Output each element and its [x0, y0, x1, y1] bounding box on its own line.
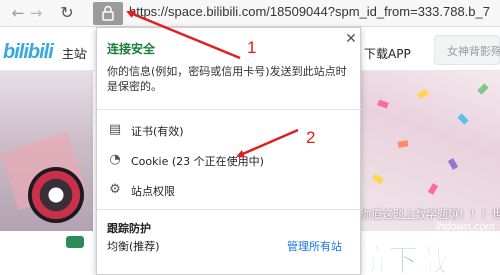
- site-info-popup: ✕ 连接安全 你的信息(例如，密码或信用卡号)发送到此站点时是保密的。 ▤ 证书…: [96, 27, 362, 275]
- search-input[interactable]: 女神背影殇: [447, 43, 500, 59]
- confetti-piece: [417, 88, 429, 100]
- manage-all-sites-link[interactable]: 管理所有站: [287, 238, 342, 254]
- confetti-piece: [447, 158, 459, 170]
- banner-image-right: 你道这题上数学题嘛！！！世界: [358, 71, 500, 231]
- menu-item-label: Cookie (23 个正在使用中): [131, 155, 264, 168]
- confetti-piece: [377, 99, 389, 109]
- bilibili-logo[interactable]: bilibili: [3, 41, 54, 64]
- menu-item-label: 证书(有效): [131, 125, 184, 138]
- nav-download-app-link[interactable]: 下载APP: [364, 45, 411, 62]
- confetti-piece: [477, 83, 489, 95]
- confetti-piece: [397, 140, 409, 148]
- connection-secure-title: 连接安全: [107, 42, 156, 56]
- search-box[interactable]: 女神背影殇: [434, 35, 500, 65]
- address-bar-url[interactable]: https://space.bilibili.com/18509044?spm_…: [129, 4, 490, 19]
- reload-icon[interactable]: ↻: [57, 3, 77, 23]
- close-icon[interactable]: ✕: [344, 32, 358, 46]
- confetti-piece: [372, 173, 384, 185]
- confetti-piece: [457, 113, 469, 125]
- nav-home-link[interactable]: 主站: [62, 45, 86, 62]
- lock-icon: [102, 5, 114, 21]
- annotation-number-2: 2: [306, 128, 316, 147]
- menu-item-label: 站点权限: [131, 185, 175, 198]
- menu-item-site-permissions[interactable]: ⚙ 站点权限: [97, 179, 362, 201]
- certificate-icon: ▤: [108, 122, 122, 137]
- confetti-piece: [427, 183, 439, 195]
- back-arrow-icon[interactable]: ←: [8, 3, 28, 23]
- menu-item-cookie[interactable]: ◔ Cookie (23 个正在使用中): [97, 149, 362, 171]
- popup-divider: [97, 109, 362, 110]
- nav-separator: ·: [84, 45, 88, 59]
- menu-item-certificate[interactable]: ▤ 证书(有效): [97, 119, 362, 141]
- avatar-disk[interactable]: [28, 167, 84, 223]
- gear-icon: ⚙: [109, 182, 121, 197]
- annotation-number-1: 1: [247, 38, 257, 57]
- watermark-domain: lhdown.com: [436, 221, 495, 233]
- banner-caption: 你道这题上数学题嘛！！！世界: [360, 208, 500, 221]
- tracking-prevention-value: 均衡(推荐): [107, 240, 160, 253]
- popup-divider: [97, 209, 362, 210]
- connection-description: 你的信息(例如，密码或信用卡号)发送到此站点时是保密的。: [107, 65, 347, 93]
- site-info-button[interactable]: [93, 2, 123, 25]
- browser-toolbar: ← → ↻ https://space.bilibili.com/1850904…: [0, 0, 500, 27]
- tracking-prevention-title: 跟踪防护: [107, 222, 151, 235]
- forward-arrow-icon[interactable]: →: [26, 3, 46, 23]
- green-decoration: [66, 236, 84, 248]
- cookie-icon: ◔: [109, 152, 121, 167]
